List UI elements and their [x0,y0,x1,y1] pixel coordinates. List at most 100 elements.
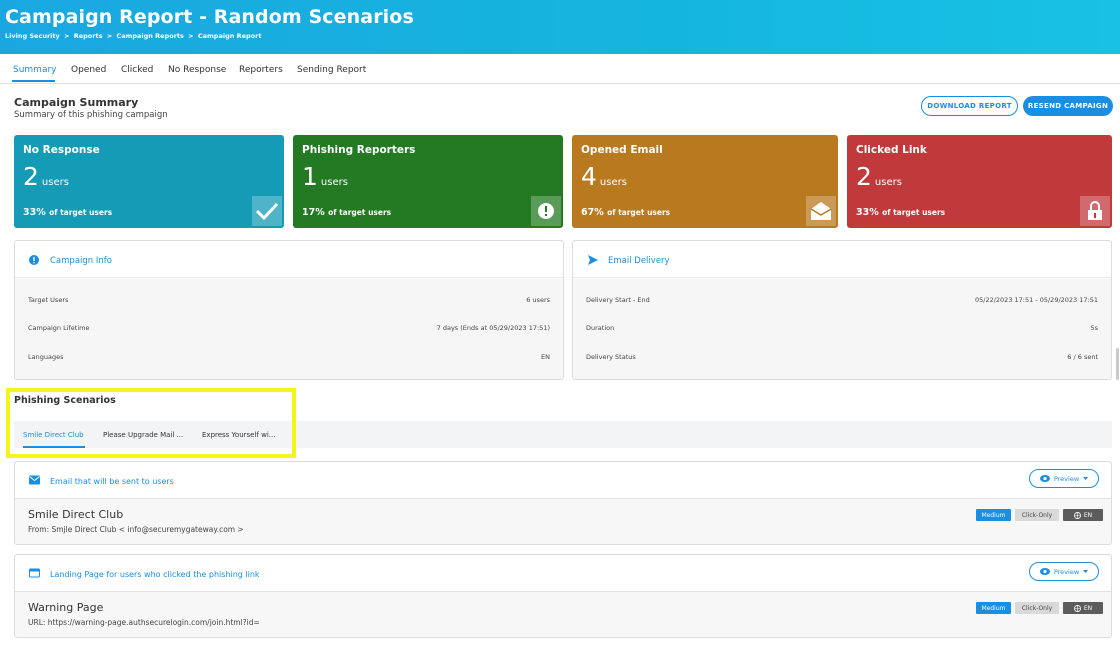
row-label: Campaign Lifetime [28,324,90,332]
info-row-languages: Languages EN [28,353,550,367]
stat-card-no-response[interactable]: No Response 2 users 33% of target users [14,135,284,228]
type-badge: Click-Only [1015,602,1059,614]
tab-opened[interactable]: Opened [71,65,106,75]
info-row-target-users: Target Users 6 users [28,296,550,310]
active-scenario-indicator [23,446,85,448]
scenario-tab-please-upgrade-mail[interactable]: Please Upgrade Mail ... [103,431,183,439]
preview-button[interactable]: Preview [1029,562,1099,581]
card-value: 1 users [302,162,348,191]
panel-body: Target Users 6 users Campaign Lifetime 7… [15,279,563,379]
card-percent-label: of target users [882,208,946,217]
eye-icon [1039,475,1050,482]
report-tabs: Summary Opened Clicked No Response Repor… [0,54,1120,84]
panel-body: Delivery Start - End 05/22/2023 17:51 - … [573,279,1111,379]
block-title: Email that will be sent to users [50,477,174,486]
row-value: EN [541,353,550,361]
language-label: EN [1083,604,1093,612]
eye-icon [1039,568,1050,575]
browser-window-icon [29,568,40,578]
card-percent-label: of target users [607,208,671,217]
difficulty-badge: Medium [976,509,1011,521]
landing-page-block: Landing Page for users who clicked the p… [14,554,1112,638]
email-scenario-block: Email that will be sent to users Preview… [14,461,1112,545]
breadcrumb-separator: > [188,32,194,40]
chevron-down-icon [1083,476,1089,480]
tab-sending-report[interactable]: Sending Report [297,65,366,75]
card-unit: users [320,177,348,188]
envelope-icon [29,475,40,485]
card-percent-label: of target users [328,208,392,217]
scenario-name: Smile Direct Club [28,508,124,521]
card-percent: 67% of target users [581,207,670,218]
card-title: Phishing Reporters [302,144,416,156]
stat-card-phishing-reporters[interactable]: Phishing Reporters 1 users 17% of target … [293,135,563,228]
card-value: 4 users [581,162,627,191]
card-count: 4 [581,162,597,191]
delivery-row-start-end: Delivery Start - End 05/22/2023 17:51 - … [586,296,1098,310]
globe-icon [1073,511,1081,519]
row-label: Languages [28,353,64,361]
active-tab-indicator [12,80,55,82]
scenario-tabs: Smile Direct Club Please Upgrade Mail ..… [14,421,1112,448]
block-title: Landing Page for users who clicked the p… [50,570,260,579]
scenario-sender: From: Smjle Direct Club < info@securemyg… [28,525,244,534]
preview-label: Preview [1053,567,1080,576]
row-label: Delivery Start - End [586,296,650,304]
card-percent: 17% of target users [302,207,391,218]
row-value: 5s [1090,324,1098,332]
tab-clicked[interactable]: Clicked [121,65,153,75]
tab-no-response[interactable]: No Response [168,65,226,75]
breadcrumb-separator: > [64,32,70,40]
scenario-tab-express-yourself[interactable]: Express Yourself wi... [202,431,275,439]
card-value: 2 users [856,162,902,191]
card-count: 2 [856,162,872,191]
breadcrumb-reports[interactable]: Reports [74,32,103,40]
tab-reporters[interactable]: Reporters [239,65,283,75]
tab-summary[interactable]: Summary [13,65,57,75]
preview-button[interactable]: Preview [1029,469,1099,488]
card-count: 1 [302,162,318,191]
chevron-down-icon [1083,569,1089,573]
card-unit: users [599,177,627,188]
scenario-badges: Medium Click-Only EN [976,509,1103,521]
breadcrumb-living-security[interactable]: Living Security [5,32,60,40]
row-label: Target Users [28,296,69,304]
delivery-row-status: Delivery Status 6 / 6 sent [586,353,1098,367]
info-icon [29,255,39,265]
landing-badges: Medium Click-Only EN [976,602,1103,614]
panel-title: Email Delivery [608,256,670,266]
row-value: 05/22/2023 17:51 - 05/29/2023 17:51 [974,296,1098,304]
row-label: Delivery Status [586,353,636,361]
card-unit: users [41,177,69,188]
open-envelope-icon [806,196,836,226]
block-header: Email that will be sent to users Preview [15,462,1111,499]
download-report-button[interactable]: DOWNLOAD REPORT [921,96,1018,116]
alert-circle-icon [531,196,561,226]
email-delivery-panel: Email Delivery Delivery Start - End 05/2… [572,240,1112,380]
language-badge: EN [1063,602,1103,614]
scrollbar-thumb[interactable] [1116,348,1119,380]
card-title: Opened Email [581,144,663,156]
lock-icon [1080,196,1110,226]
preview-label: Preview [1053,474,1080,483]
breadcrumb-campaign-reports[interactable]: Campaign Reports [116,32,183,40]
block-header: Landing Page for users who clicked the p… [15,555,1111,592]
resend-campaign-button[interactable]: RESEND CAMPAIGN [1023,96,1113,116]
stat-card-clicked-link[interactable]: Clicked Link 2 users 33% of target users [847,135,1112,228]
panel-title: Campaign Info [50,256,112,266]
phishing-scenarios-title: Phishing Scenarios [14,395,116,406]
scenario-tab-smile-direct-club[interactable]: Smile Direct Club [23,431,84,439]
landing-page-url: URL: https://warning-page.authsecurelogi… [28,618,260,627]
campaign-summary-subtitle: Summary of this phishing campaign [14,110,168,120]
campaign-summary-title: Campaign Summary [14,96,139,109]
card-percent: 33% of target users [856,207,945,218]
card-value: 2 users [23,162,69,191]
language-label: EN [1083,511,1093,519]
campaign-info-panel: Campaign Info Target Users 6 users Campa… [14,240,564,380]
card-percent-value: 17% [302,207,325,218]
difficulty-badge: Medium [976,602,1011,614]
language-badge: EN [1063,509,1103,521]
landing-page-name: Warning Page [28,601,104,614]
stat-card-opened-email[interactable]: Opened Email 4 users 67% of target users [572,135,838,228]
delivery-row-duration: Duration 5s [586,324,1098,338]
